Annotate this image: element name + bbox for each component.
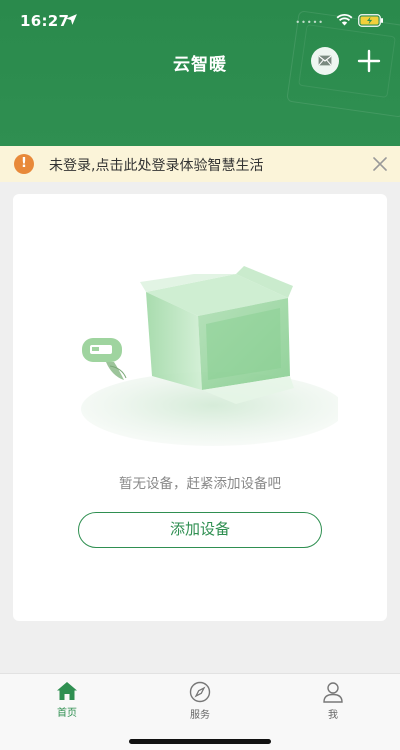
tab-service[interactable]: 服务	[170, 681, 230, 721]
empty-box-illustration	[81, 266, 338, 446]
tab-home[interactable]: 首页	[37, 681, 97, 719]
battery-charging-icon	[358, 14, 383, 27]
message-button[interactable]	[311, 47, 339, 75]
location-arrow-icon	[66, 14, 77, 25]
tab-me-label: 我	[328, 710, 338, 721]
empty-state-message: 暂无设备，赶紧添加设备吧	[119, 476, 281, 492]
status-time: 16:27	[20, 12, 70, 30]
app-header: 16:27 ••••• 云智暖	[0, 0, 400, 146]
add-icon[interactable]	[357, 49, 381, 73]
tab-home-label: 首页	[57, 708, 77, 719]
tab-me[interactable]: 我	[303, 681, 363, 721]
add-device-button[interactable]: 添加设备	[78, 512, 322, 548]
home-icon	[57, 682, 77, 700]
cellular-signal: •••••	[295, 18, 324, 27]
login-notice-bar[interactable]: ! 未登录,点击此处登录体验智慧生活	[0, 146, 400, 182]
close-icon[interactable]	[372, 156, 388, 172]
home-indicator[interactable]	[129, 739, 271, 744]
device-list-card: 暂无设备，赶紧添加设备吧 添加设备	[13, 194, 387, 621]
user-icon	[323, 682, 343, 703]
tab-service-label: 服务	[190, 710, 210, 721]
mail-icon	[318, 55, 332, 66]
status-bar: 16:27 •••••	[0, 0, 400, 40]
warning-icon: !	[14, 154, 34, 174]
page-title: 云智暖	[173, 55, 227, 75]
wifi-icon	[336, 13, 353, 26]
login-notice-text[interactable]: 未登录,点击此处登录体验智慧生活	[49, 155, 263, 175]
compass-icon	[189, 681, 211, 703]
